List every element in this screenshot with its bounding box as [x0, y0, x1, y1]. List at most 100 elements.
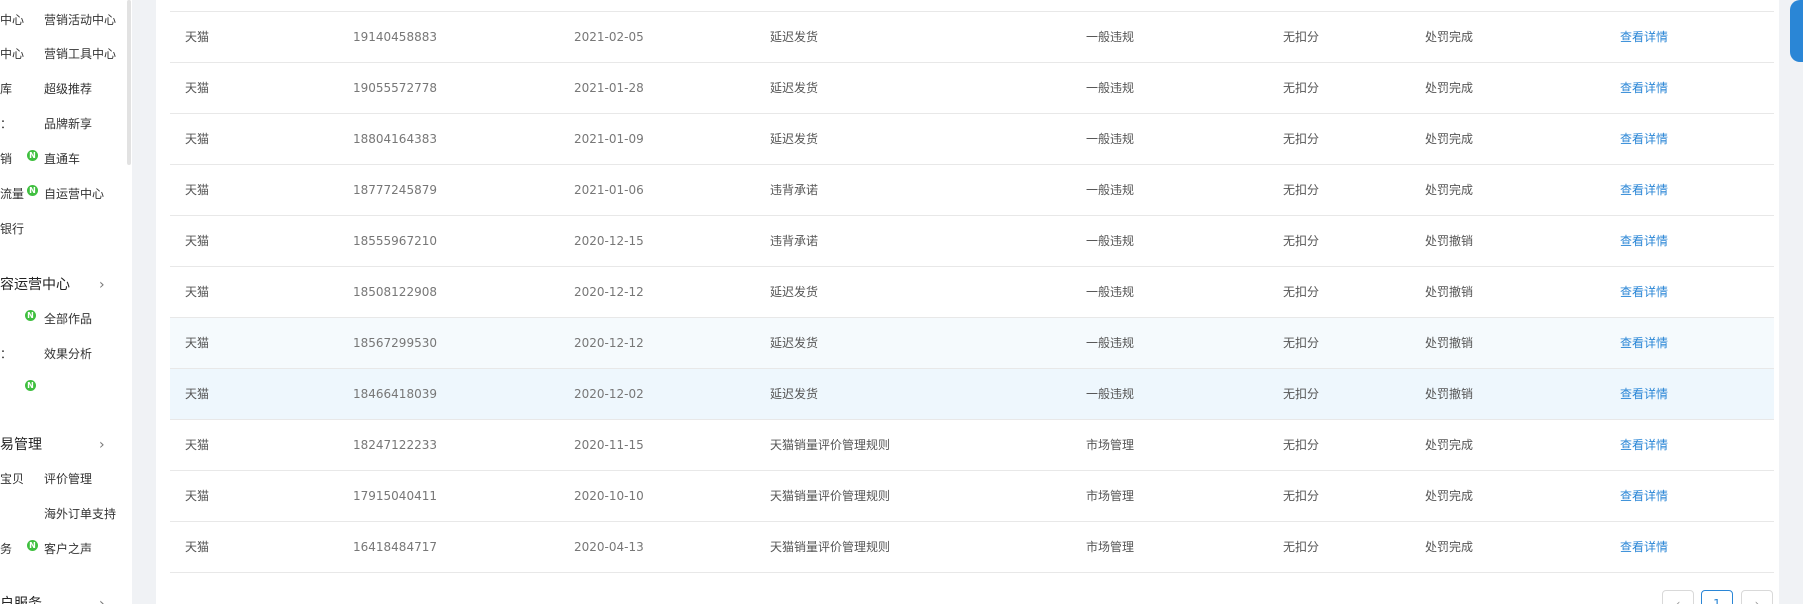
chevron-left-icon: ‹ [1675, 597, 1681, 604]
sidebar-item-bank[interactable]: 银行 [0, 219, 24, 239]
sidebar-item[interactable]: 中心 [0, 10, 24, 30]
sidebar-item[interactable]: ： [0, 344, 12, 364]
sidebar-row: ： 品牌新享 [0, 114, 126, 134]
sidebar-item-customer-voice[interactable]: 客户之声 [44, 539, 92, 559]
sidebar-section-customer-service[interactable]: 户服务 › [0, 594, 120, 604]
view-details-link[interactable]: 查看详情 [1620, 471, 1668, 521]
cell-id: 19140458883 [353, 30, 437, 44]
sidebar-item-review-management[interactable]: 评价管理 [44, 469, 92, 489]
cell-status: 处罚撤销 [1425, 285, 1474, 299]
sidebar-item[interactable]: 流量 [0, 184, 24, 204]
sidebar-row: ： 效果分析 [0, 344, 126, 364]
cell-date: 2021-02-05 [574, 30, 644, 44]
sidebar-row: 海外订单支持 [0, 504, 126, 524]
cell-deduction: 无扣分 [1283, 81, 1320, 95]
cell-id: 18777245879 [353, 183, 437, 197]
cell-violation-level: 市场管理 [1086, 438, 1135, 452]
sidebar-item-brand-new[interactable]: 品牌新享 [44, 114, 92, 134]
sidebar-item[interactable]: 中心 [0, 44, 24, 64]
cell-id: 18247122233 [353, 438, 437, 452]
cell-deduction: 无扣分 [1283, 438, 1320, 452]
sidebar-row: 银行 [0, 219, 126, 239]
view-details-link[interactable]: 查看详情 [1620, 369, 1668, 419]
sidebar-row: 务 N 客户之声 [0, 539, 126, 559]
cell-violation-type: 延迟发货 [770, 336, 819, 350]
table-row: 天猫 19055572778 2021-01-28 延迟发货 一般违规 无扣分 … [170, 63, 1774, 114]
cell-platform: 天猫 [185, 285, 210, 299]
table-row: 天猫 18777245879 2021-01-06 违背承诺 一般违规 无扣分 … [170, 165, 1774, 216]
sidebar-row: 流量 N 自运营中心 [0, 184, 126, 204]
view-details-link[interactable]: 查看详情 [1620, 318, 1668, 368]
cell-deduction: 无扣分 [1283, 336, 1320, 350]
sidebar-item-super-recommend[interactable]: 超级推荐 [44, 79, 92, 99]
sidebar-item-self-operation[interactable]: 自运营中心 [44, 184, 104, 204]
cell-violation-type: 延迟发货 [770, 30, 819, 44]
table-row: 天猫 16418484717 2020-04-13 天猫销量评价管理规则 市场管… [170, 522, 1774, 573]
sidebar-item-marketing-tools[interactable]: 营销工具中心 [44, 44, 116, 64]
cell-deduction: 无扣分 [1283, 285, 1320, 299]
cell-violation-type: 天猫销量评价管理规则 [770, 438, 891, 452]
sidebar-item-all-works[interactable]: 全部作品 [44, 309, 92, 329]
view-details-link[interactable]: 查看详情 [1620, 165, 1668, 215]
sidebar-item-overseas-orders[interactable]: 海外订单支持 [44, 504, 116, 524]
cell-platform: 天猫 [185, 81, 210, 95]
cell-date: 2021-01-28 [574, 81, 644, 95]
cell-date: 2020-12-15 [574, 234, 644, 248]
sidebar-nav: 中心 营销活动中心 中心 营销工具中心 库 超级推荐 ： 品牌新享 销 N 直通… [0, 0, 132, 604]
sidebar-item[interactable]: 销 [0, 149, 12, 169]
next-page-button[interactable]: › [1741, 590, 1773, 604]
cell-id: 18567299530 [353, 336, 437, 350]
cell-status: 处罚撤销 [1425, 234, 1474, 248]
table-top-border [170, 0, 1774, 12]
cell-date: 2020-12-12 [574, 285, 644, 299]
sidebar-section-trade-management[interactable]: 易管理 › [0, 435, 120, 455]
cell-violation-level: 市场管理 [1086, 489, 1135, 503]
cell-date: 2021-01-09 [574, 132, 644, 146]
cell-status: 处罚完成 [1425, 489, 1474, 503]
sidebar-item[interactable]: 务 [0, 539, 12, 559]
cell-deduction: 无扣分 [1283, 132, 1320, 146]
sidebar-row: 销 N 直通车 [0, 149, 126, 169]
table-row: 天猫 18555967210 2020-12-15 违背承诺 一般违规 无扣分 … [170, 216, 1774, 267]
view-details-link[interactable]: 查看详情 [1620, 420, 1668, 470]
cell-status: 处罚完成 [1425, 30, 1474, 44]
view-details-link[interactable]: 查看详情 [1620, 12, 1668, 62]
sidebar-section-content-operation[interactable]: 容运营中心 › [0, 275, 120, 295]
sidebar-item[interactable]: 宝贝 [0, 469, 24, 489]
sidebar-item[interactable]: 库 [0, 79, 12, 99]
floating-side-button[interactable] [1790, 0, 1803, 62]
cell-violation-level: 一般违规 [1086, 132, 1135, 146]
cell-date: 2021-01-06 [574, 183, 644, 197]
view-details-link[interactable]: 查看详情 [1620, 114, 1668, 164]
sidebar-item[interactable]: ： [0, 114, 12, 134]
sidebar-item-effect-analysis[interactable]: 效果分析 [44, 344, 92, 364]
cell-date: 2020-12-12 [574, 336, 644, 350]
view-details-link[interactable]: 查看详情 [1620, 63, 1668, 113]
cell-violation-level: 一般违规 [1086, 336, 1135, 350]
cell-status: 处罚完成 [1425, 81, 1474, 95]
prev-page-button[interactable]: ‹ [1662, 590, 1694, 604]
sidebar-item-marketing-activity[interactable]: 营销活动中心 [44, 10, 116, 30]
cell-date: 2020-10-10 [574, 489, 644, 503]
chevron-right-icon: › [99, 437, 105, 453]
sidebar-section-title: 易管理 [0, 437, 42, 453]
sidebar-item-direct-train[interactable]: 直通车 [44, 149, 80, 169]
cell-status: 处罚完成 [1425, 540, 1474, 554]
view-details-link[interactable]: 查看详情 [1620, 522, 1668, 572]
cell-violation-type: 延迟发货 [770, 81, 819, 95]
table-row: 天猫 18247122233 2020-11-15 天猫销量评价管理规则 市场管… [170, 420, 1774, 471]
new-badge: N [25, 310, 36, 321]
table-row: 天猫 18508122908 2020-12-12 延迟发货 一般违规 无扣分 … [170, 267, 1774, 318]
cell-violation-level: 一般违规 [1086, 183, 1135, 197]
page-1-button[interactable]: 1 [1701, 590, 1733, 604]
cell-id: 16418484717 [353, 540, 437, 554]
view-details-link[interactable]: 查看详情 [1620, 267, 1668, 317]
cell-violation-type: 违背承诺 [770, 183, 819, 197]
page-number: 1 [1713, 597, 1721, 604]
sidebar-section-title: 容运营中心 [0, 277, 70, 293]
sidebar-scrollbar[interactable] [127, 0, 131, 165]
cell-deduction: 无扣分 [1283, 387, 1320, 401]
cell-violation-type: 天猫销量评价管理规则 [770, 489, 891, 503]
view-details-link[interactable]: 查看详情 [1620, 216, 1668, 266]
table-row: 天猫 17915040411 2020-10-10 天猫销量评价管理规则 市场管… [170, 471, 1774, 522]
